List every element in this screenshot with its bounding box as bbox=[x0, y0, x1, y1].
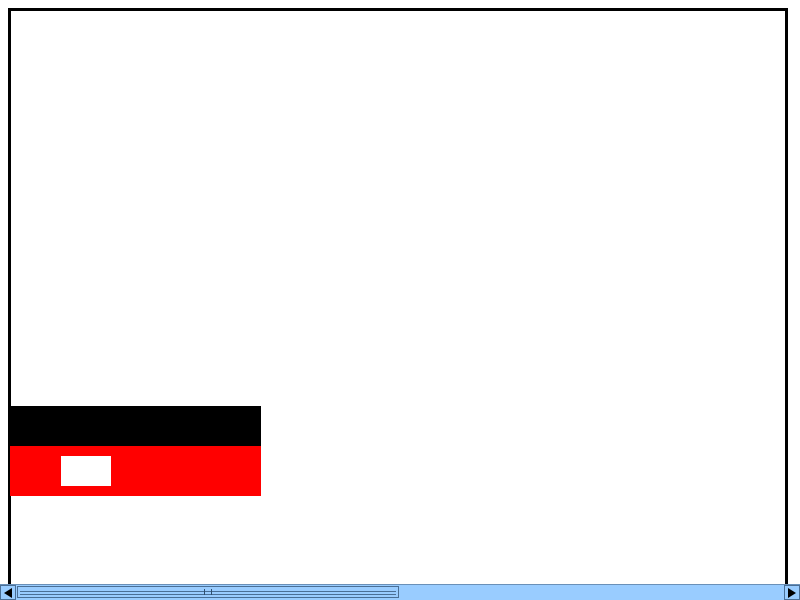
white-rectangle bbox=[61, 456, 111, 486]
scrollbar-track[interactable] bbox=[399, 586, 784, 598]
grip-icon bbox=[204, 589, 212, 595]
scroll-left-button[interactable] bbox=[0, 585, 16, 600]
black-band bbox=[10, 406, 261, 446]
arrow-right-icon bbox=[788, 588, 796, 598]
red-black-block bbox=[10, 406, 261, 496]
scroll-right-button[interactable] bbox=[784, 585, 800, 600]
scrollbar-thumb[interactable] bbox=[17, 586, 399, 598]
horizontal-scrollbar[interactable] bbox=[0, 584, 800, 600]
drawing-canvas[interactable] bbox=[8, 8, 788, 588]
arrow-left-icon bbox=[4, 588, 12, 598]
